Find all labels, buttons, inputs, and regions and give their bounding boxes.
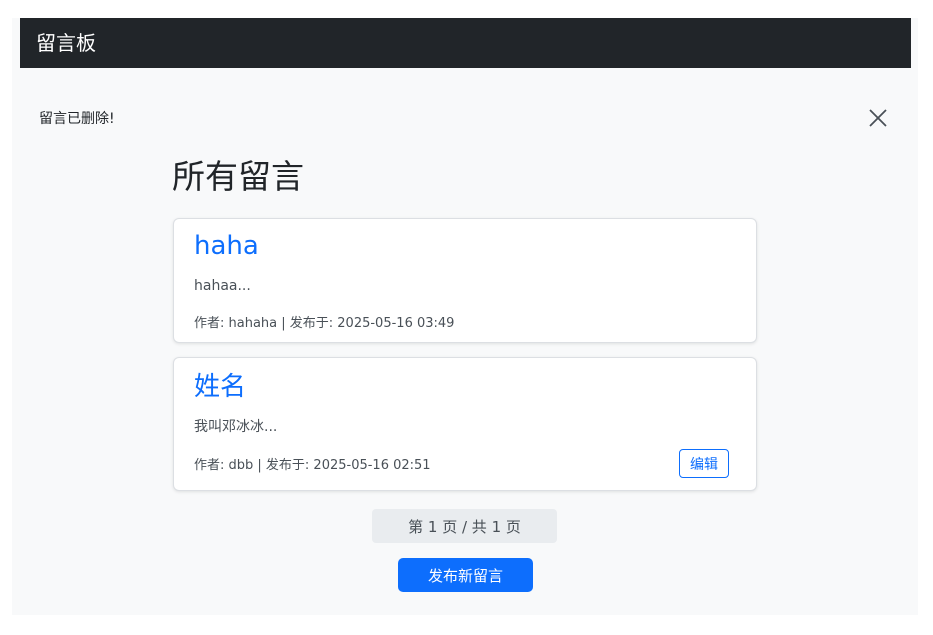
edit-button[interactable]: 编辑 [679,449,729,478]
page-title: 所有留言 [172,157,304,196]
post-meta: 作者: hahaha | 发布于: 2025-05-16 03:49 [194,316,455,331]
post-excerpt: 我叫邓冰冰... [194,419,278,435]
alert-message: 留言已删除! [39,111,115,127]
post-meta: 作者: dbb | 发布于: 2025-05-16 02:51 [194,458,431,473]
new-post-button[interactable]: 发布新留言 [398,558,533,592]
post-title-link[interactable]: 姓名 [194,372,246,403]
post-excerpt: hahaa... [194,278,251,294]
post-card: haha hahaa... 作者: hahaha | 发布于: 2025-05-… [173,218,757,343]
navbar-brand[interactable]: 留言板 [36,33,96,53]
close-icon [869,109,887,127]
post-card: 姓名 我叫邓冰冰... 作者: dbb | 发布于: 2025-05-16 02… [173,357,757,491]
pagination-info: 第 1 页 / 共 1 页 [372,509,557,543]
navbar: 留言板 [20,18,911,68]
page-frame: 留言板 留言已删除! 所有留言 haha hahaa... 作者: hahaha… [12,18,918,615]
post-title-link[interactable]: haha [194,231,259,262]
alert-close-button[interactable] [866,106,890,130]
